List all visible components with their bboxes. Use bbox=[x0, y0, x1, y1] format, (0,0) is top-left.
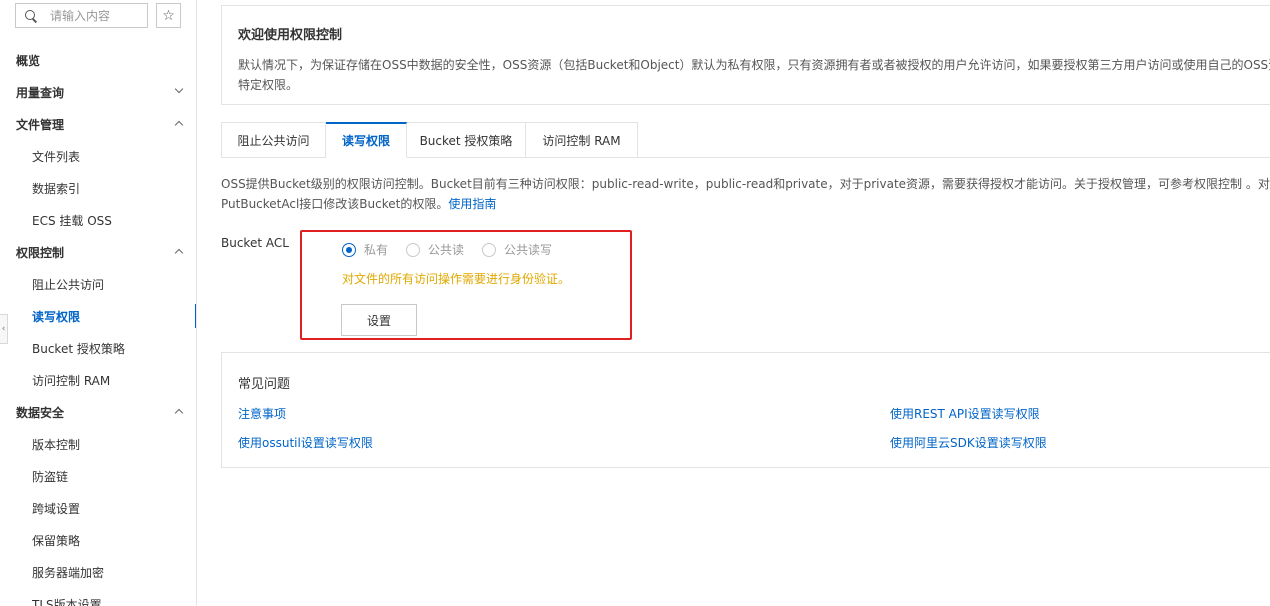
faq-link-ossutil[interactable]: 使用ossutil设置读写权限 bbox=[238, 434, 373, 451]
faq-panel: 常见问题 注意事项 使用REST API设置读写权限 使用ossutil设置读写… bbox=[221, 352, 1270, 468]
welcome-desc-line1: 默认情况下，为保证存储在OSS中数据的安全性，OSS资源（包括Bucket和Ob… bbox=[238, 58, 1270, 72]
sidebar-item-label: 版本控制 bbox=[32, 437, 81, 452]
sidebar-item-versioning[interactable]: 版本控制 bbox=[0, 428, 196, 460]
chevron-up-icon bbox=[174, 120, 184, 130]
sidebar-item-label: 用量查询 bbox=[16, 85, 65, 100]
sidebar-item-ram[interactable]: 访问控制 RAM bbox=[0, 364, 196, 396]
welcome-title: 欢迎使用权限控制 bbox=[238, 28, 343, 43]
search-box[interactable] bbox=[15, 3, 148, 28]
acl-info-line2-wrap: PutBucketAcl接口修改该Bucket的权限。使用指南 bbox=[221, 194, 1270, 214]
sidebar-item-label: 跨域设置 bbox=[32, 501, 81, 516]
tab-bar: 阻止公共访问 读写权限 Bucket 授权策略 访问控制 RAM bbox=[221, 122, 1270, 158]
sidebar-item-ecs-mount[interactable]: ECS 挂载 OSS bbox=[0, 204, 196, 236]
sidebar-item-server-side-encryption[interactable]: 服务器端加密 bbox=[0, 556, 196, 588]
tab-read-write-permission[interactable]: 读写权限 bbox=[326, 122, 407, 158]
sidebar-item-label: 权限控制 bbox=[16, 245, 65, 260]
sidebar-item-label: TLS版本设置 bbox=[32, 597, 102, 606]
sidebar-item-label: 数据索引 bbox=[32, 181, 81, 196]
sidebar-item-label: 保留策略 bbox=[32, 533, 81, 548]
sidebar-item-hotlink-protection[interactable]: 防盗链 bbox=[0, 460, 196, 492]
sidebar-item-label: 防盗链 bbox=[32, 469, 69, 484]
usage-guide-link[interactable]: 使用指南 bbox=[448, 197, 496, 211]
sidebar-item-label: 访问控制 RAM bbox=[32, 373, 111, 388]
chevron-up-icon bbox=[174, 248, 184, 258]
sidebar-collapse-handle[interactable]: ‹ bbox=[0, 314, 8, 344]
sidebar-item-overview[interactable]: 概览 bbox=[0, 44, 196, 76]
welcome-description: 默认情况下，为保证存储在OSS中数据的安全性，OSS资源（包括Bucket和Ob… bbox=[238, 55, 1270, 95]
sidebar-item-cors[interactable]: 跨域设置 bbox=[0, 492, 196, 524]
sidebar-group-file-management[interactable]: 文件管理 bbox=[0, 108, 196, 140]
sidebar-item-label: ECS 挂载 OSS bbox=[32, 213, 112, 228]
sidebar-item-label: Bucket 授权策略 bbox=[32, 341, 125, 356]
faq-title: 常见问题 bbox=[238, 377, 291, 392]
acl-info-line2: PutBucketAcl接口修改该Bucket的权限。 bbox=[221, 197, 449, 211]
sidebar-item-tls-version[interactable]: TLS版本设置 bbox=[0, 588, 196, 606]
acl-info-line1: OSS提供Bucket级别的权限访问控制。Bucket目前有三种访问权限：pub… bbox=[221, 177, 1270, 191]
sidebar-nav: 概览 用量查询 文件管理 文件列表 数据索引 ECS 挂载 OSS 权限控制 阻… bbox=[0, 44, 196, 606]
main-content: 欢迎使用权限控制 默认情况下，为保证存储在OSS中数据的安全性，OSS资源（包括… bbox=[197, 0, 1270, 606]
sidebar-item-label: 文件管理 bbox=[16, 117, 65, 132]
faq-link-notes[interactable]: 注意事项 bbox=[238, 405, 286, 422]
sidebar-item-label: 概览 bbox=[16, 53, 41, 68]
sidebar-item-label: 数据安全 bbox=[16, 405, 65, 420]
sidebar-item-bucket-policy[interactable]: Bucket 授权策略 bbox=[0, 332, 196, 364]
tab-block-public-access[interactable]: 阻止公共访问 bbox=[221, 122, 326, 158]
sidebar-item-data-index[interactable]: 数据索引 bbox=[0, 172, 196, 204]
chevron-left-icon: ‹ bbox=[1, 324, 6, 334]
sidebar-item-block-public-access[interactable]: 阻止公共访问 bbox=[0, 268, 196, 300]
chevron-up-icon bbox=[174, 408, 184, 418]
highlight-box bbox=[300, 230, 632, 340]
tab-ram[interactable]: 访问控制 RAM bbox=[526, 122, 638, 158]
chevron-down-icon bbox=[174, 84, 184, 94]
sidebar-item-label: 服务器端加密 bbox=[32, 565, 105, 580]
sidebar-group-data-security[interactable]: 数据安全 bbox=[0, 396, 196, 428]
sidebar-item-label: 文件列表 bbox=[32, 149, 81, 164]
welcome-desc-line2: 特定权限。 bbox=[238, 78, 299, 92]
bucket-acl-label: Bucket ACL bbox=[221, 236, 289, 250]
sidebar-group-usage[interactable]: 用量查询 bbox=[0, 76, 196, 108]
search-input[interactable] bbox=[50, 8, 140, 23]
faq-link-sdk[interactable]: 使用阿里云SDK设置读写权限 bbox=[890, 434, 1047, 451]
sidebar-item-retention-policy[interactable]: 保留策略 bbox=[0, 524, 196, 556]
search-icon bbox=[24, 9, 38, 23]
favorite-star-icon[interactable]: ☆ bbox=[156, 3, 181, 28]
faq-link-rest-api[interactable]: 使用REST API设置读写权限 bbox=[890, 405, 1040, 422]
tab-bucket-policy[interactable]: Bucket 授权策略 bbox=[407, 122, 526, 158]
sidebar-group-access-control[interactable]: 权限控制 bbox=[0, 236, 196, 268]
sidebar: ☆ 概览 用量查询 文件管理 文件列表 数据索引 ECS 挂载 OSS 权限控制… bbox=[0, 0, 197, 606]
welcome-panel: 欢迎使用权限控制 默认情况下，为保证存储在OSS中数据的安全性，OSS资源（包括… bbox=[221, 5, 1270, 105]
sidebar-item-file-list[interactable]: 文件列表 bbox=[0, 140, 196, 172]
acl-info: OSS提供Bucket级别的权限访问控制。Bucket目前有三种访问权限：pub… bbox=[221, 174, 1270, 214]
sidebar-item-label: 阻止公共访问 bbox=[32, 277, 105, 292]
sidebar-item-label: 读写权限 bbox=[32, 309, 81, 324]
sidebar-item-read-write-permission[interactable]: 读写权限 bbox=[0, 300, 196, 332]
